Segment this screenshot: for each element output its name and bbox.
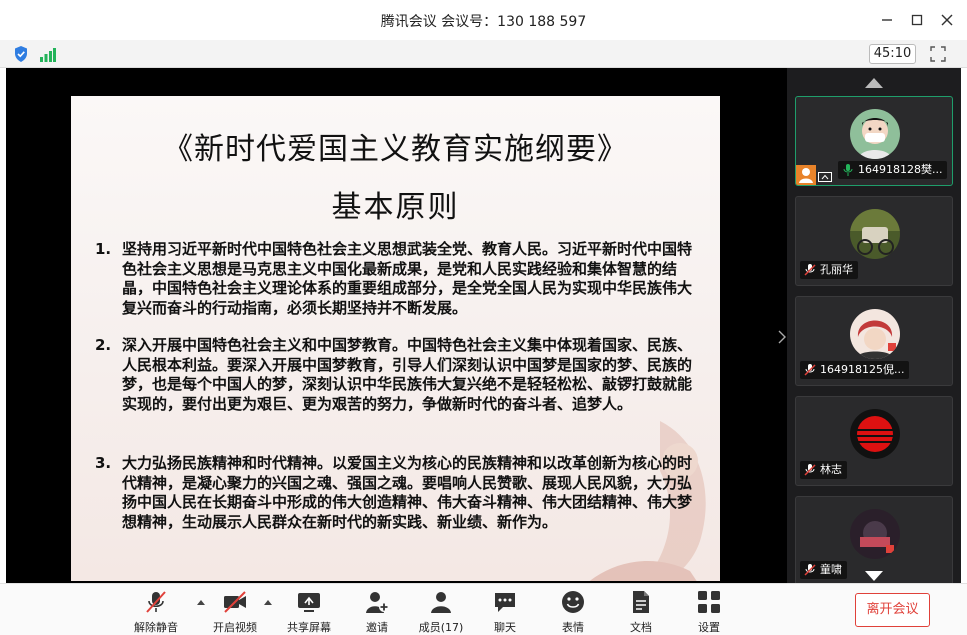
status-bar: 45:10 <box>0 40 967 68</box>
microphone-muted-icon <box>804 464 816 476</box>
microphone-on-icon <box>842 164 854 176</box>
reactions-button[interactable]: 表情 <box>543 590 603 634</box>
network-signal-icon[interactable] <box>40 47 56 62</box>
participant-tile[interactable]: 孔丽华 <box>795 196 953 286</box>
host-badge-icon <box>796 165 816 185</box>
members-icon <box>429 590 453 614</box>
avatar <box>850 309 900 359</box>
documents-button[interactable]: 文档 <box>611 590 671 634</box>
participant-name-label: 164918125倪... <box>800 361 910 379</box>
principle-number: 3. <box>95 454 112 472</box>
avatar <box>850 509 900 559</box>
minimize-icon[interactable] <box>878 11 896 29</box>
slide-subtitle: 基本原则 <box>331 190 460 225</box>
maximize-icon[interactable] <box>908 11 926 29</box>
avatar <box>850 409 900 459</box>
close-icon[interactable] <box>938 11 956 29</box>
principle-item: 1. 坚持用习近平新时代中国特色社会主义思想武装全党、教育人民。习近平新时代中国… <box>95 240 699 318</box>
start-video-button[interactable]: 开启视频 <box>205 590 265 634</box>
participant-tile[interactable]: 164918125倪... <box>795 296 953 386</box>
participant-tile[interactable]: 林志 <box>795 396 953 486</box>
shared-screen-stage: 《新时代爱国主义教育实施纲要》 基本原则 1. 坚持用习近平新时代中国特色社会主… <box>6 68 787 583</box>
unmute-button[interactable]: 解除静音 <box>126 590 186 634</box>
presentation-slide: 《新时代爱国主义教育实施纲要》 基本原则 1. 坚持用习近平新时代中国特色社会主… <box>71 96 720 581</box>
chat-button[interactable]: 聊天 <box>475 590 535 634</box>
members-button[interactable]: 成员(17) <box>411 590 471 634</box>
emoji-icon <box>561 590 585 614</box>
participant-name: 林志 <box>820 463 842 476</box>
video-options-caret-icon[interactable] <box>264 600 272 605</box>
microphone-muted-icon <box>804 564 816 576</box>
principle-text: 坚持用习近平新时代中国特色社会主义思想武装全党、教育人民。习近平新时代中国特色社… <box>122 240 693 317</box>
unmute-label: 解除静音 <box>134 621 178 634</box>
invite-button[interactable]: 邀请 <box>347 590 407 634</box>
participant-name-label: 林志 <box>800 461 847 479</box>
start-video-label: 开启视频 <box>213 621 257 634</box>
screen-share-icon <box>818 169 832 182</box>
chat-icon <box>493 590 517 614</box>
avatar <box>850 109 900 159</box>
participant-name: 孔丽华 <box>820 263 853 276</box>
settings-label: 设置 <box>698 621 720 634</box>
participant-name-label: 孔丽华 <box>800 261 858 279</box>
principle-item: 3. 大力弘扬民族精神和时代精神。以爱国主义为核心的民族精神和以改革创新为核心的… <box>95 454 699 532</box>
window-title: 腾讯会议 会议号：130 188 597 <box>380 14 587 30</box>
audio-options-caret-icon[interactable] <box>197 600 205 605</box>
leave-meeting-button[interactable]: 离开会议 <box>855 593 930 627</box>
participant-name-label: 164918128樊... <box>838 161 948 179</box>
meeting-timer: 45:10 <box>869 44 916 64</box>
settings-button[interactable]: 设置 <box>679 590 739 634</box>
share-screen-icon <box>297 590 321 614</box>
participant-name: 164918125倪... <box>820 363 905 376</box>
microphone-muted-icon <box>804 364 816 376</box>
principle-number: 1. <box>95 240 112 258</box>
avatar <box>850 209 900 259</box>
participant-tile[interactable]: 164918128樊... <box>795 96 953 186</box>
collapse-panel-chevron-icon[interactable] <box>778 330 786 348</box>
document-icon <box>629 590 653 614</box>
microphone-muted-icon <box>144 590 168 614</box>
share-screen-button[interactable]: 共享屏幕 <box>279 590 339 634</box>
microphone-muted-icon <box>804 264 816 276</box>
fullscreen-icon[interactable] <box>930 46 946 62</box>
principle-item: 2. 深入开展中国特色社会主义和中国梦教育。中国特色社会主义集中体现着国家、民族… <box>95 336 699 414</box>
add-user-icon <box>365 590 389 614</box>
participant-name-label: 童啸 <box>800 561 847 579</box>
scroll-down-icon[interactable] <box>865 571 883 581</box>
participant-tile[interactable]: 童啸 <box>795 496 953 583</box>
grid-settings-icon <box>697 590 721 614</box>
title-bar: 腾讯会议 会议号：130 188 597 <box>0 0 967 40</box>
principle-text: 大力弘扬民族精神和时代精神。以爱国主义为核心的民族精神和以改革创新为核心的时代精… <box>122 454 693 531</box>
principle-text: 深入开展中国特色社会主义和中国梦教育。中国特色社会主义集中体现着国家、民族、人民… <box>122 336 693 413</box>
participant-name: 164918128樊... <box>858 163 943 176</box>
principle-number: 2. <box>95 336 112 354</box>
scroll-up-icon[interactable] <box>865 78 883 88</box>
camera-off-icon <box>223 590 247 614</box>
meeting-toolbar: 解除静音 开启视频 共享屏幕 邀请 成员(17) 聊天 表情 文档 设置 离开会… <box>0 583 967 635</box>
security-shield-icon[interactable] <box>14 46 28 62</box>
participant-video-panel: 164918128樊... 孔丽华 164918125倪... 林志 童啸 <box>787 68 961 583</box>
slide-title: 《新时代爱国主义教育实施纲要》 <box>163 132 628 167</box>
participant-name: 童啸 <box>820 563 842 576</box>
